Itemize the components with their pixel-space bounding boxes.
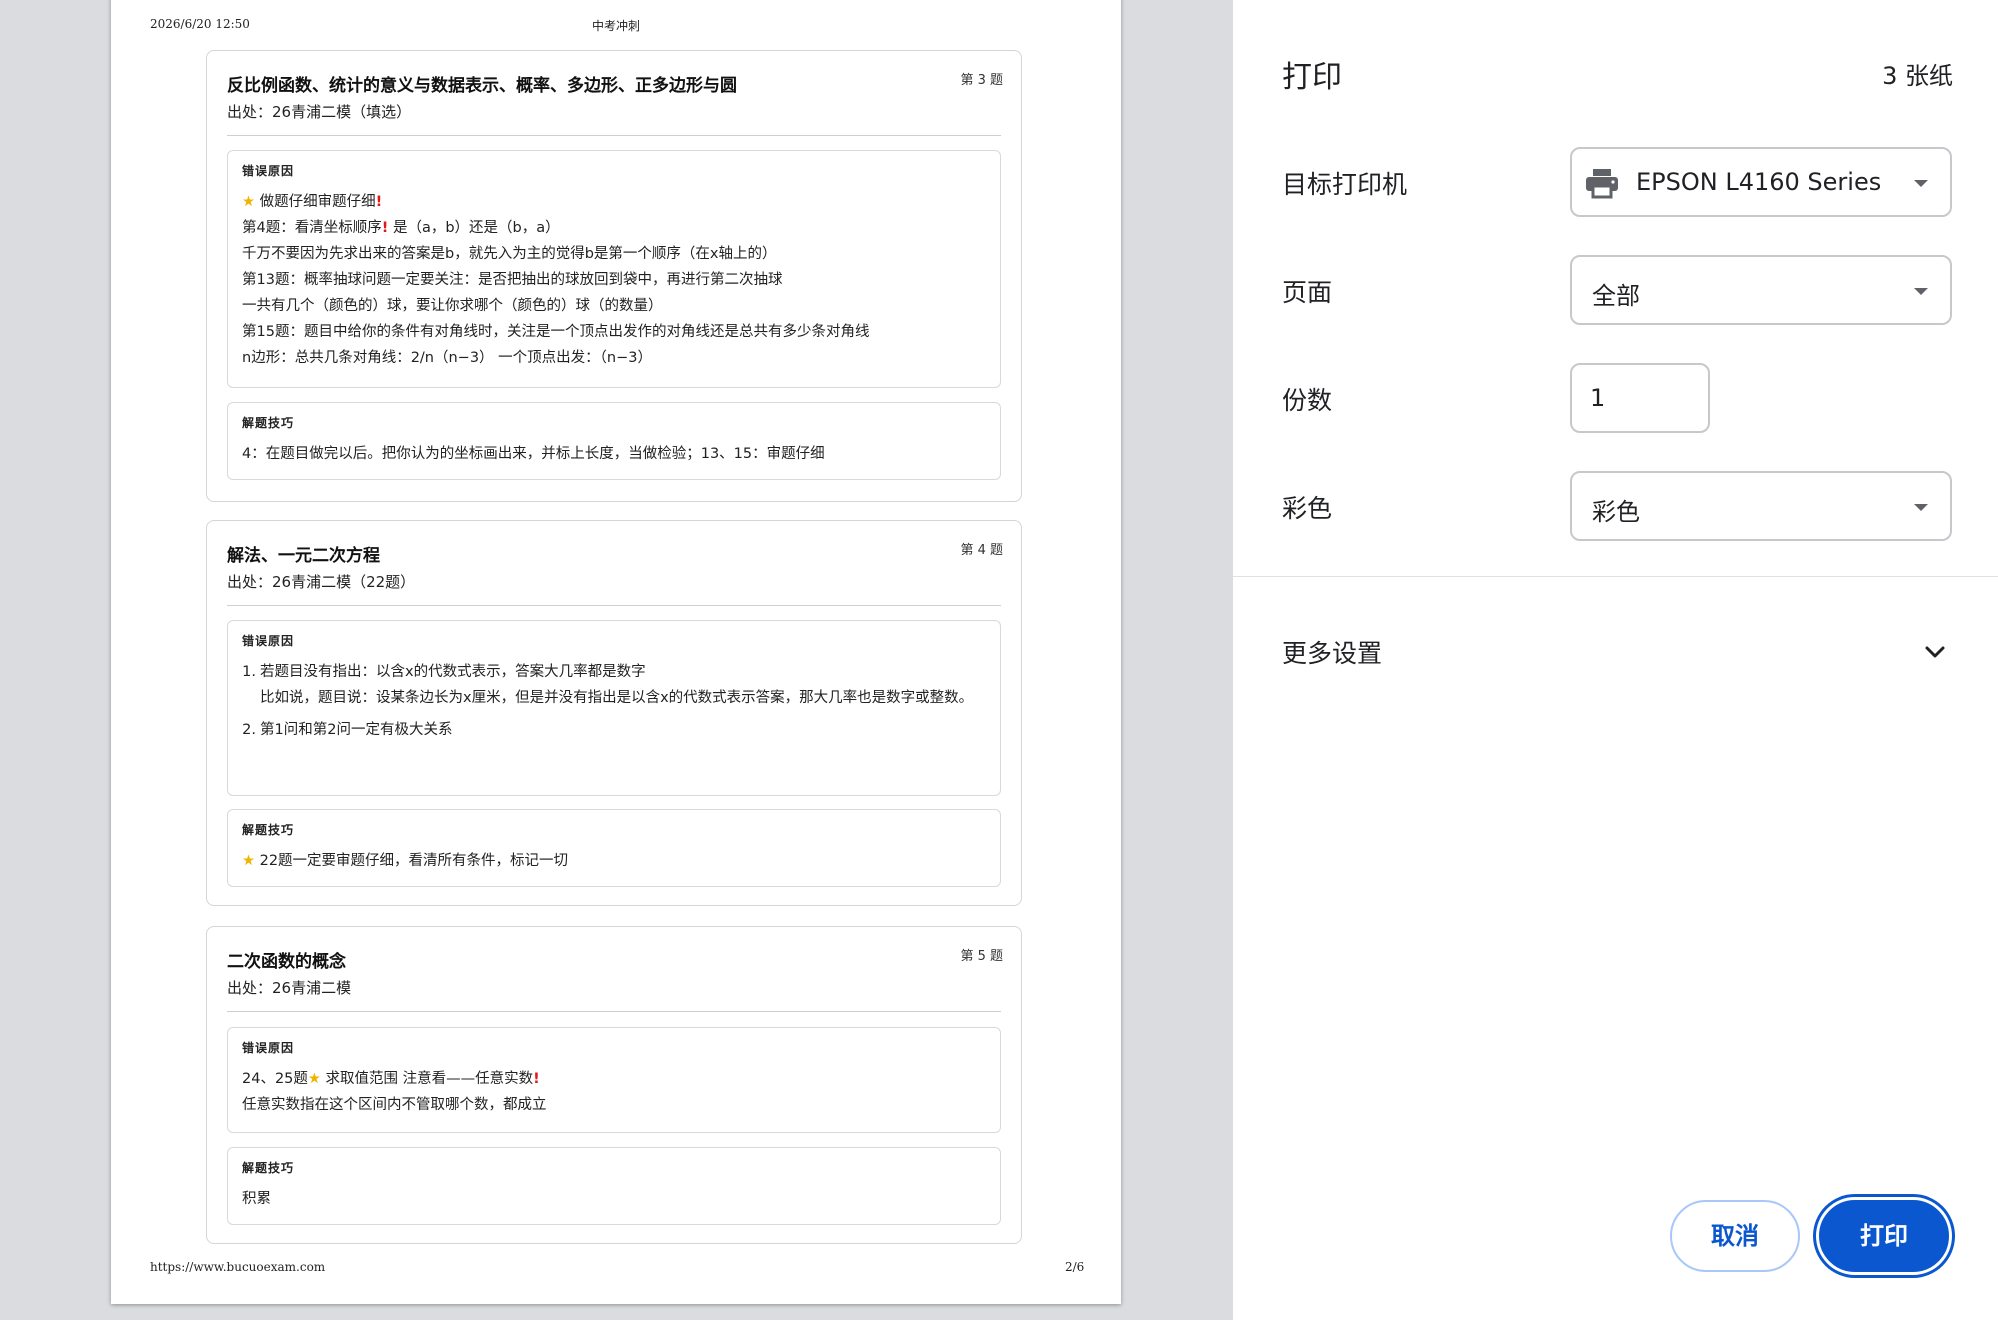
divider xyxy=(227,1011,1001,1012)
chevron-down-icon xyxy=(1914,288,1928,295)
color-label: 彩色 xyxy=(1282,494,1333,523)
error-reason-label: 错误原因 xyxy=(242,634,295,648)
sheet-count: 3 张纸 xyxy=(1882,62,1953,90)
print-button[interactable]: 打印 xyxy=(1816,1197,1952,1275)
solution-tip-box: 解题技巧 积累 xyxy=(227,1147,1001,1225)
question-number: 第 4 题 xyxy=(960,543,1003,558)
printer-select[interactable]: EPSON L4160 Series xyxy=(1570,147,1952,217)
chevron-down-icon xyxy=(1914,504,1928,511)
reason-line: 24、25题★ 求取值范围 注意看——任意实数! xyxy=(242,1071,540,1087)
star-icon: ★ xyxy=(242,853,255,869)
chevron-down-icon xyxy=(1914,180,1928,187)
divider xyxy=(227,605,1001,606)
error-reason-box: 错误原因 ★ 做题仔细审题仔细! 第4题：看清坐标顺序! 是（a，b）还是（b，… xyxy=(227,150,1001,388)
pages-label: 页面 xyxy=(1282,278,1333,307)
reason-line: n边形：总共几条对角线：2/n（n−3） 一个顶点出发：（n−3） xyxy=(242,350,652,366)
question-number: 第 5 题 xyxy=(960,949,1003,964)
preview-page: 2026/6/20 12:50 中考冲刺 反比例函数、统计的意义与数据表示、概率… xyxy=(111,0,1121,1304)
print-preview-pane[interactable]: 2026/6/20 12:50 中考冲刺 反比例函数、统计的意义与数据表示、概率… xyxy=(0,0,1233,1320)
error-reason-label: 错误原因 xyxy=(242,164,295,178)
more-settings-toggle[interactable]: 更多设置 xyxy=(1282,634,1382,670)
question-card: 反比例函数、统计的意义与数据表示、概率、多边形、正多边形与圆 第 3 题 出处：… xyxy=(206,50,1022,502)
solution-tip-label: 解题技巧 xyxy=(242,416,295,430)
question-title: 解法、一元二次方程 xyxy=(227,546,380,566)
solution-tip-text: ★ 22题一定要审题仔细，看清所有条件，标记一切 xyxy=(242,853,569,869)
solution-tip-text: 4：在题目做完以后。把你认为的坐标画出来，并标上长度，当做检验；13、15：审题… xyxy=(242,446,825,462)
printer-icon xyxy=(1586,169,1618,199)
error-reason-lines: ★ 做题仔细审题仔细! 第4题：看清坐标顺序! 是（a，b）还是（b，a） 千万… xyxy=(242,189,988,371)
question-source: 出处：26青浦二模 xyxy=(227,979,352,997)
question-source: 出处：26青浦二模（22题） xyxy=(227,573,416,591)
printer-label: 目标打印机 xyxy=(1282,170,1408,199)
solution-tip-box: 解题技巧 4：在题目做完以后。把你认为的坐标画出来，并标上长度，当做检验；13、… xyxy=(227,402,1001,480)
solution-tip-text: 积累 xyxy=(242,1191,271,1207)
reason-line: 第13题：概率抽球问题一定要关注：是否把抽出的球放回到袋中，再进行第二次抽球 xyxy=(242,272,783,288)
page-header-title: 中考冲刺 xyxy=(591,19,640,33)
error-reason-lines: 24、25题★ 求取值范围 注意看——任意实数! 任意实数指在这个区间内不管取哪… xyxy=(242,1066,988,1118)
printer-value: EPSON L4160 Series xyxy=(1636,168,1882,196)
pages-select[interactable]: 全部 xyxy=(1570,255,1952,325)
star-icon: ★ xyxy=(242,194,255,210)
print-settings-panel: 打印 3 张纸 目标打印机 EPSON L4160 Series 页面 全部 份… xyxy=(1233,0,1998,1320)
exclamation-icon: ! xyxy=(533,1071,540,1087)
error-reason-box: 错误原因 24、25题★ 求取值范围 注意看——任意实数! 任意实数指在这个区间… xyxy=(227,1027,1001,1133)
divider xyxy=(1233,576,1998,577)
page-footer-url: https://www.bucuoexam.com xyxy=(150,1260,326,1274)
question-number: 第 3 题 xyxy=(960,73,1003,88)
star-icon: ★ xyxy=(307,1071,321,1087)
solution-tip-box: 解题技巧 ★ 22题一定要审题仔细，看清所有条件，标记一切 xyxy=(227,809,1001,887)
reason-line: 任意实数指在这个区间内不管取哪个数，都成立 xyxy=(242,1097,547,1113)
exclamation-icon: ! xyxy=(381,220,389,236)
reason-line: 第15题：题目中给你的条件有对角线时，关注是一个顶点出发作的对角线还是总共有多少… xyxy=(242,324,870,340)
list-item: 2. 第1问和第2问一定有极大关系 xyxy=(242,722,453,738)
color-value: 彩色 xyxy=(1592,498,1640,526)
copies-input[interactable]: 1 xyxy=(1570,363,1710,433)
error-reason-box: 错误原因 1. 若题目没有指出：以含x的代数式表示，答案大几率都是数字 比如说，… xyxy=(227,620,1001,796)
reason-line: ★ 做题仔细审题仔细! xyxy=(242,194,383,210)
color-select[interactable]: 彩色 xyxy=(1570,471,1952,541)
page-footer-number: 2/6 xyxy=(1065,1260,1085,1274)
question-card: 二次函数的概念 第 5 题 出处：26青浦二模 错误原因 24、25题★ 求取值… xyxy=(206,926,1022,1244)
solution-tip-label: 解题技巧 xyxy=(242,1161,295,1175)
copies-label: 份数 xyxy=(1282,386,1333,415)
cancel-button[interactable]: 取消 xyxy=(1670,1200,1800,1272)
divider xyxy=(227,135,1001,136)
solution-tip-label: 解题技巧 xyxy=(242,823,295,837)
list-item: 1. 若题目没有指出：以含x的代数式表示，答案大几率都是数字 比如说，题目说：设… xyxy=(242,664,974,706)
error-reason-list: 1. 若题目没有指出：以含x的代数式表示，答案大几率都是数字 比如说，题目说：设… xyxy=(234,659,988,743)
question-title: 反比例函数、统计的意义与数据表示、概率、多边形、正多边形与圆 xyxy=(227,76,737,96)
question-source: 出处：26青浦二模（填选） xyxy=(227,103,412,121)
reason-line: 一共有几个（颜色的）球，要让你求哪个（颜色的）球（的数量） xyxy=(242,298,663,314)
question-title: 二次函数的概念 xyxy=(227,952,346,972)
error-reason-label: 错误原因 xyxy=(242,1041,295,1055)
copies-value: 1 xyxy=(1590,384,1606,412)
question-card: 解法、一元二次方程 第 4 题 出处：26青浦二模（22题） 错误原因 1. 若… xyxy=(206,520,1022,906)
chevron-down-icon[interactable] xyxy=(1921,640,1949,664)
reason-line: 第4题：看清坐标顺序! 是（a，b）还是（b，a） xyxy=(242,220,560,236)
reason-line: 千万不要因为先求出来的答案是b，就先入为主的觉得b是第一个顺序（在x轴上的） xyxy=(242,246,777,262)
pages-value: 全部 xyxy=(1592,282,1640,310)
exclamation-icon: ! xyxy=(375,194,383,210)
print-title: 打印 xyxy=(1282,60,1342,95)
